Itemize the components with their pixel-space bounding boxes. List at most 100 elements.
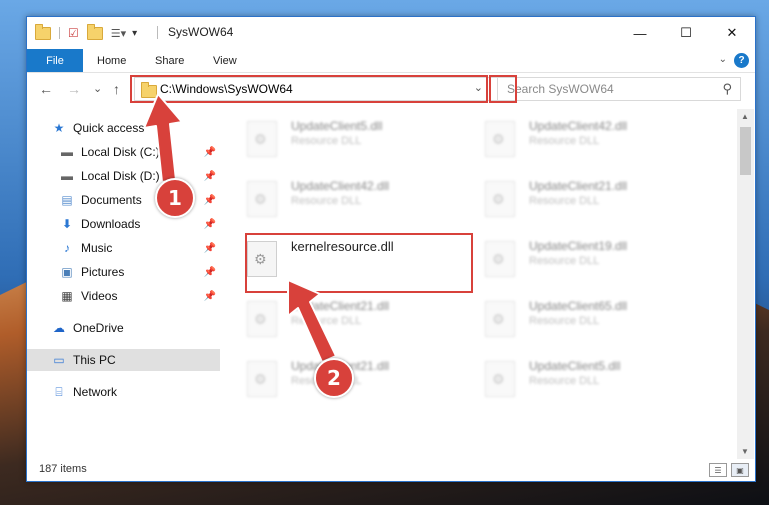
title-divider (157, 26, 158, 39)
close-button[interactable]: ✕ (709, 17, 755, 49)
file-type: Resource DLL (529, 375, 600, 387)
file-item[interactable]: UpdateClient5.dll Resource DLL (243, 115, 473, 165)
search-input[interactable]: Search SysWOW64 (507, 82, 614, 96)
sidebar-item-onedrive[interactable]: ☁ OneDrive (27, 317, 220, 339)
sidebar-item-pictures[interactable]: ▣ Pictures 📌 (27, 261, 220, 283)
file-item[interactable]: UpdateClient21.dll Resource DLL (243, 355, 473, 405)
sidebar-item-local-disk-d[interactable]: ▬ Local Disk (D:) 📌 (27, 165, 220, 187)
sidebar-item-label: Videos (81, 289, 118, 303)
sidebar-item-network[interactable]: ⌸ Network (27, 381, 220, 403)
cloud-icon: ☁ (53, 321, 65, 335)
customize-toolbar-icon[interactable]: ☰▾ (111, 27, 126, 40)
ribbon-expand-icon[interactable]: ⌄ (719, 54, 727, 65)
drive-icon: ▬ (61, 169, 73, 183)
sidebar-item-label: Local Disk (D:) (81, 169, 160, 183)
file-name: UpdateClient42.dll (529, 119, 628, 133)
sidebar-item-quick-access[interactable]: ★ Quick access (27, 117, 220, 139)
ribbon-tabs: File Home Share View ⌄ ? (27, 49, 755, 73)
dll-file-icon (485, 301, 515, 337)
file-name: UpdateClient5.dll (529, 359, 621, 373)
status-bar: 187 items ☰ ▣ (27, 459, 755, 481)
sidebar-item-downloads[interactable]: ⬇ Downloads 📌 (27, 213, 220, 235)
file-item[interactable]: UpdateClient42.dll Resource DLL (481, 115, 711, 165)
sidebar-item-local-disk-c[interactable]: ▬ Local Disk (C:) 📌 (27, 141, 220, 163)
vertical-scrollbar[interactable]: ▲ ▼ (737, 109, 754, 459)
new-folder-icon[interactable] (86, 23, 103, 40)
minimize-button[interactable]: — (617, 17, 663, 49)
file-item[interactable]: UpdateClient42.dll Resource DLL (243, 175, 473, 225)
address-bar[interactable]: C:\Windows\SysWOW64 ⌄ (134, 77, 490, 101)
scroll-down-icon[interactable]: ▼ (741, 447, 749, 456)
file-item[interactable]: UpdateClient19.dll Resource DLL (481, 235, 711, 285)
sidebar-item-label: OneDrive (73, 321, 124, 335)
computer-icon: ▭ (53, 353, 65, 367)
file-name: kernelresource.dll (291, 239, 394, 254)
chevron-down-icon[interactable]: ⌄ (474, 81, 483, 94)
item-count: 187 items (39, 463, 87, 475)
dll-file-icon (247, 361, 277, 397)
pin-icon[interactable]: 📌 (204, 147, 216, 158)
network-icon: ⌸ (55, 384, 63, 399)
tab-file[interactable]: File (27, 49, 83, 72)
search-icon: ⚲ (722, 81, 732, 96)
dll-file-icon (247, 121, 277, 157)
large-icons-view-icon[interactable]: ▣ (731, 463, 749, 477)
toolbar-divider (59, 27, 60, 39)
scroll-thumb[interactable] (740, 127, 751, 175)
file-type: Resource DLL (291, 315, 362, 327)
navigation-bar: ← → ⌄ ↑ C:\Windows\SysWOW64 ⌄ ↻ Search S… (27, 73, 755, 107)
sidebar-item-label: Downloads (81, 217, 141, 231)
maximize-button[interactable]: ☐ (663, 17, 709, 49)
file-item[interactable]: UpdateClient5.dll Resource DLL (481, 355, 711, 405)
dll-file-icon (247, 241, 277, 277)
file-list: UpdateClient5.dll Resource DLL UpdateCli… (221, 109, 737, 459)
forward-button[interactable]: → (67, 81, 81, 97)
pin-icon[interactable]: 📌 (204, 267, 216, 278)
toolbar-dropdown-icon[interactable]: ▾ (132, 28, 137, 39)
file-name: UpdateClient5.dll (291, 119, 383, 133)
window-title: SysWOW64 (168, 25, 234, 39)
help-button[interactable]: ? (734, 53, 749, 68)
pin-icon[interactable]: 📌 (204, 219, 216, 230)
properties-icon[interactable]: ☑ (68, 26, 79, 40)
tab-view[interactable]: View (213, 49, 237, 72)
step-1-badge: 1 (155, 178, 195, 218)
back-button[interactable]: ← (39, 81, 53, 97)
pin-icon[interactable]: 📌 (204, 195, 216, 206)
dll-file-icon (247, 181, 277, 217)
file-explorer-window: ☑ ☰▾ ▾ SysWOW64 — ☐ ✕ File Home Share Vi… (26, 16, 756, 482)
file-type: Resource DLL (291, 195, 362, 207)
file-type: Resource DLL (529, 195, 600, 207)
sidebar-item-label: Pictures (81, 265, 125, 279)
sidebar-item-label: Network (73, 385, 118, 399)
dll-file-icon (485, 121, 515, 157)
file-item[interactable]: UpdateClient21.dll Resource DLL (243, 295, 473, 345)
documents-icon: ▤ (61, 193, 73, 207)
search-box[interactable]: Search SysWOW64 ⚲ (497, 77, 741, 101)
pin-icon[interactable]: 📌 (204, 291, 216, 302)
address-path: C:\Windows\SysWOW64 (160, 82, 293, 96)
sidebar-item-videos[interactable]: ▦ Videos 📌 (27, 285, 220, 307)
file-name: UpdateClient21.dll (291, 299, 390, 313)
sidebar-item-music[interactable]: ♪ Music 📌 (27, 237, 220, 259)
file-item-kernelresource[interactable]: kernelresource.dll (243, 235, 473, 285)
pin-icon[interactable]: 📌 (204, 243, 216, 254)
file-item[interactable]: UpdateClient65.dll Resource DLL (481, 295, 711, 345)
file-type: Resource DLL (529, 315, 600, 327)
sidebar-item-label: Music (81, 241, 113, 255)
tab-share[interactable]: Share (155, 49, 184, 72)
file-type: Resource DLL (291, 135, 362, 147)
file-type: Resource DLL (529, 135, 600, 147)
up-button[interactable]: ↑ (113, 81, 120, 97)
scroll-up-icon[interactable]: ▲ (741, 112, 749, 121)
sidebar-item-label: Documents (81, 193, 142, 207)
tab-home[interactable]: Home (97, 49, 126, 72)
pin-icon[interactable]: 📌 (204, 171, 216, 182)
quick-access-toolbar: ☑ ☰▾ ▾ (35, 23, 137, 42)
recent-locations-button[interactable]: ⌄ (93, 82, 102, 95)
file-item[interactable]: UpdateClient21.dll Resource DLL (481, 175, 711, 225)
details-view-icon[interactable]: ☰ (709, 463, 727, 477)
sidebar-item-label: Local Disk (C:) (81, 145, 160, 159)
sidebar-item-this-pc[interactable]: ▭ This PC (27, 349, 220, 371)
file-name: UpdateClient19.dll (529, 239, 628, 253)
